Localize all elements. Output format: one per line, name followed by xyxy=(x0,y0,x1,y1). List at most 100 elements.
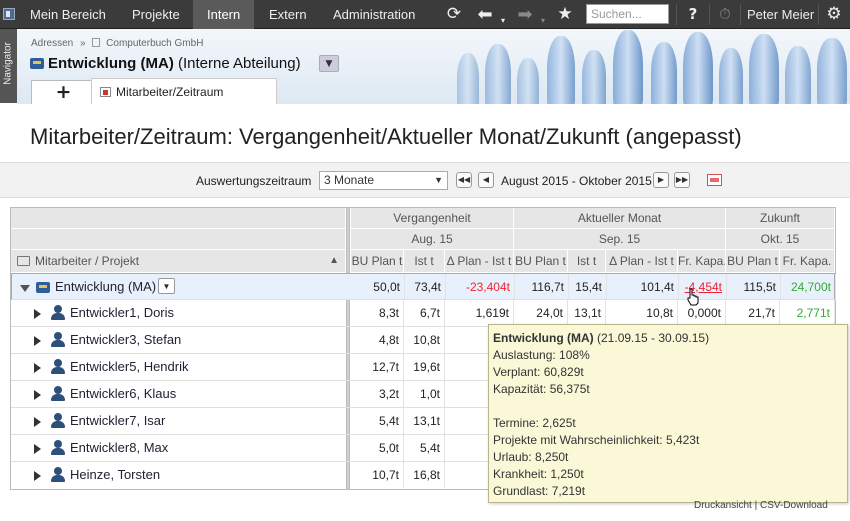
group-header-vergangenheit: Vergangenheit xyxy=(351,208,514,229)
cell-value: 13,1t xyxy=(404,408,445,434)
expand-icon[interactable] xyxy=(34,309,41,319)
csv-download-link[interactable]: CSV-Download xyxy=(760,500,828,511)
column-header[interactable]: Fr. Kapa. xyxy=(678,250,726,273)
next-period-button[interactable]: ▶ xyxy=(653,172,669,188)
expand-icon[interactable] xyxy=(34,417,41,427)
tab-mitarbeiter-zeitraum[interactable]: Mitarbeiter/Zeitraum xyxy=(91,78,277,104)
nav-mein-bereich[interactable]: Mein Bereich xyxy=(16,0,120,29)
row-label[interactable]: Entwickler5, Hendrik xyxy=(70,354,189,380)
cell-value: 1,0t xyxy=(404,381,445,407)
tab-label: Mitarbeiter/Zeitraum xyxy=(116,85,224,99)
tooltip-line: Auslastung: 108% xyxy=(493,348,590,362)
column-header[interactable]: Δ Plan - Ist t xyxy=(445,250,514,273)
report-chart-icon xyxy=(100,87,111,97)
row-label[interactable]: Heinze, Torsten xyxy=(70,462,160,488)
toolbar-divider xyxy=(740,4,741,25)
nav-administration[interactable]: Administration xyxy=(319,0,429,29)
top-navigation-bar: Mein Bereich Projekte Intern Extern Admi… xyxy=(0,0,850,29)
previous-period-button[interactable]: ◀ xyxy=(478,172,494,188)
expand-icon[interactable] xyxy=(34,471,41,481)
favorites-star-icon[interactable]: ★ xyxy=(553,2,577,27)
tooltip-line: Krankheit: 1,250t xyxy=(493,467,584,481)
settings-gear-icon[interactable]: ⚙ xyxy=(822,2,846,27)
export-report-icon[interactable] xyxy=(707,174,722,186)
forward-icon[interactable]: ➡ xyxy=(513,2,537,27)
breadcrumb-separator: » xyxy=(80,38,86,49)
cell-value: 10,8t xyxy=(606,300,678,326)
add-tab-button[interactable]: + xyxy=(31,80,96,104)
nav-projekte[interactable]: Projekte xyxy=(118,0,194,29)
navigator-panel-toggle[interactable]: Navigator xyxy=(0,29,17,103)
row-menu-dropdown-button[interactable]: ▼ xyxy=(158,278,175,294)
first-period-button[interactable]: ◀◀ xyxy=(456,172,472,188)
column-header[interactable]: BU Plan t xyxy=(726,250,780,273)
breadcrumb-adressen[interactable]: Adressen xyxy=(31,38,73,49)
sort-ascending-icon[interactable]: ▲ xyxy=(329,250,339,272)
tooltip-line: Kapazität: 56,375t xyxy=(493,382,590,396)
department-icon xyxy=(36,282,50,293)
cell-value: 2,771t xyxy=(780,300,835,326)
employee-icon xyxy=(51,386,65,402)
column-header[interactable]: Ist t xyxy=(568,250,606,273)
column-header[interactable]: BU Plan t xyxy=(514,250,568,273)
column-header[interactable]: Δ Plan - Ist t xyxy=(606,250,678,273)
period-label: Auswertungszeitraum xyxy=(196,174,312,188)
period-select[interactable]: 3 Monate ▼ xyxy=(319,171,448,190)
hand-pointer-cursor-icon xyxy=(687,288,699,306)
expand-icon[interactable] xyxy=(34,444,41,454)
header-banner-image xyxy=(437,29,850,104)
tooltip-title: Entwicklung (MA) xyxy=(493,331,594,345)
column-header[interactable]: BU Plan t xyxy=(351,250,404,273)
user-menu[interactable]: Peter Meier xyxy=(747,0,814,29)
row-label[interactable]: Entwickler8, Max xyxy=(70,435,168,461)
row-label[interactable]: Entwicklung (MA) xyxy=(55,274,156,300)
breadcrumb-company[interactable]: Computerbuch GmbH xyxy=(106,38,203,49)
search-input[interactable]: Suchen... xyxy=(586,4,669,24)
table-row[interactable]: Entwicklung (MA) ▼ 50,0t 73,4t -23,404t … xyxy=(11,273,836,300)
row-name: Entwicklung (MA) ▼ xyxy=(12,274,348,300)
help-icon[interactable]: ? xyxy=(684,2,702,27)
row-label[interactable]: Entwickler3, Stefan xyxy=(70,327,181,353)
collapse-icon[interactable] xyxy=(20,285,30,292)
group-header-aktueller-monat: Aktueller Monat xyxy=(514,208,726,229)
row-label[interactable]: Entwickler6, Klaus xyxy=(70,381,176,407)
column-header[interactable]: Ist t xyxy=(404,250,445,273)
cell-value: 6,7t xyxy=(404,300,445,326)
table-row[interactable]: Entwickler1, Doris 8,3t 6,7t 1,619t 24,0… xyxy=(11,300,835,327)
cell-value: 19,6t xyxy=(404,354,445,380)
row-name: Entwickler3, Stefan xyxy=(11,327,347,353)
company-icon xyxy=(92,38,101,47)
row-name: Entwickler6, Klaus xyxy=(11,381,347,407)
tooltip-line: Urlaub: 8,250t xyxy=(493,450,569,464)
entity-menu-dropdown-button[interactable]: ▼ xyxy=(319,55,339,72)
entity-title: Entwicklung (MA) (Interne Abteilung) xyxy=(30,55,301,72)
cell-value: 13,1t xyxy=(568,300,606,326)
group-header-zukunft: Zukunft xyxy=(726,208,835,229)
back-icon[interactable]: ⬅ xyxy=(473,2,497,27)
name-column-header[interactable]: Mitarbeiter / Projekt ▲ xyxy=(11,250,346,273)
month-header: Sep. 15 xyxy=(514,229,726,250)
last-period-button[interactable]: ▶▶ xyxy=(674,172,690,188)
tooltip-line: Verplant: 60,829t xyxy=(493,365,584,379)
cell-value: 101,4t xyxy=(607,274,679,300)
timer-icon[interactable]: ⏱ xyxy=(714,2,736,27)
footer-links: Druckansicht | CSV-Download xyxy=(694,500,828,511)
expand-icon[interactable] xyxy=(34,363,41,373)
toolbar-divider xyxy=(818,4,819,25)
expand-icon[interactable] xyxy=(34,336,41,346)
app-logo-icon[interactable] xyxy=(3,8,15,20)
nav-intern[interactable]: Intern xyxy=(193,0,255,29)
cell-value: 50,0t xyxy=(352,274,405,300)
print-view-link[interactable]: Druckansicht xyxy=(694,500,752,511)
toolbar-divider xyxy=(676,4,677,25)
chevron-down-icon: ▼ xyxy=(434,175,443,185)
row-label[interactable]: Entwickler1, Doris xyxy=(70,300,174,326)
row-label[interactable]: Entwickler7, Isar xyxy=(70,408,165,434)
cell-value: 5,4t xyxy=(351,408,404,434)
refresh-icon[interactable]: ⟳ xyxy=(442,2,466,27)
expand-icon[interactable] xyxy=(34,390,41,400)
cell-value: 116,7t xyxy=(515,274,569,300)
cell-value: 5,4t xyxy=(404,435,445,461)
nav-extern[interactable]: Extern xyxy=(255,0,321,29)
column-header[interactable]: Fr. Kapa. xyxy=(780,250,835,273)
